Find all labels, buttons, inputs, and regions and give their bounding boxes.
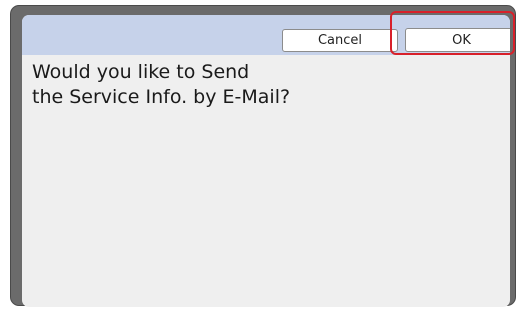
dialog-message: Would you like to Send the Service Info.… xyxy=(32,60,492,110)
screen-frame: Cancel OK xyxy=(10,5,516,307)
dialog-message-line-1: Would you like to Send xyxy=(32,61,250,83)
dialog-message-line-2: the Service Info. by E-Mail? xyxy=(32,86,291,108)
cancel-button[interactable]: Cancel xyxy=(282,29,398,52)
dialog-title-bar: Cancel OK xyxy=(22,15,510,55)
ok-button[interactable]: OK xyxy=(405,28,510,52)
confirm-dialog: Cancel OK xyxy=(22,15,510,307)
